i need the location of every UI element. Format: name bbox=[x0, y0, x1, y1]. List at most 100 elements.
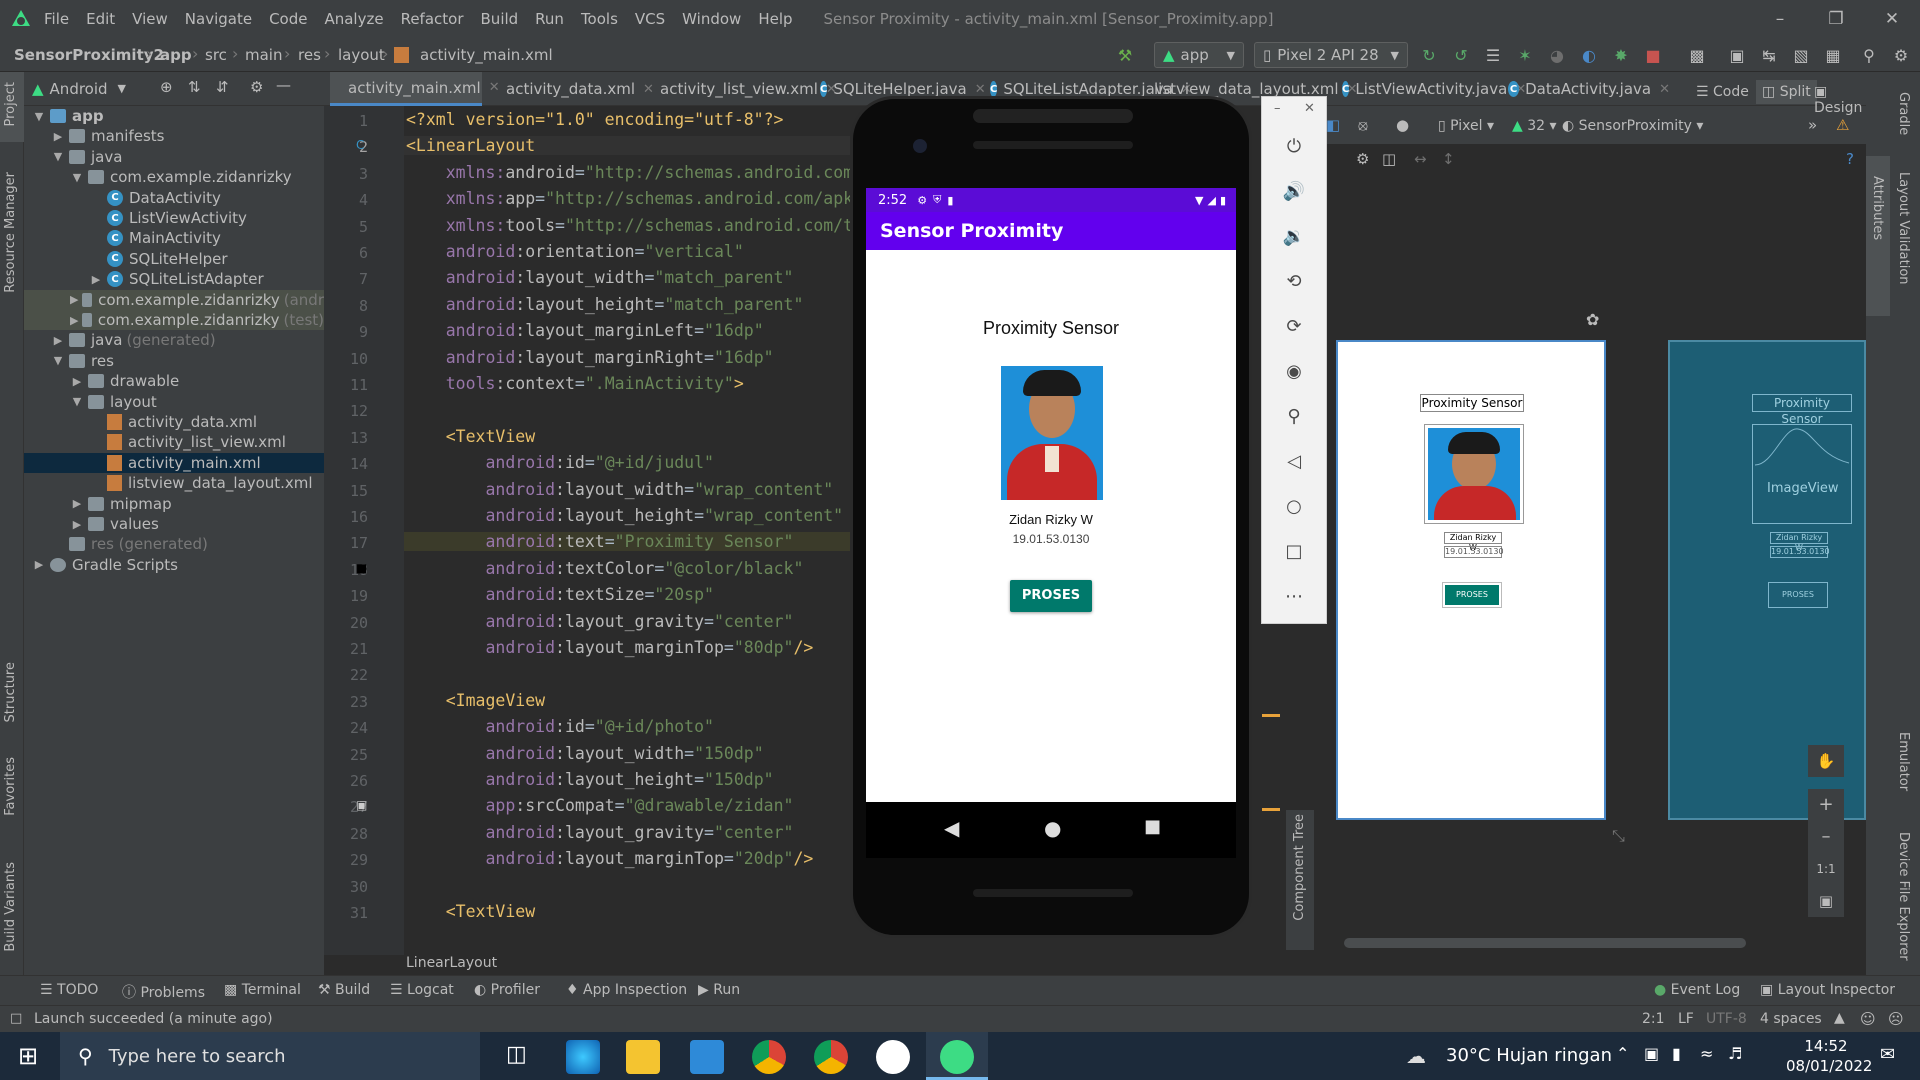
preview-name[interactable]: Zidan Rizky W bbox=[1444, 532, 1502, 552]
code-line[interactable]: android:layout_width="wrap_content" bbox=[404, 480, 850, 499]
breadcrumb-layout[interactable]: layout bbox=[338, 46, 385, 64]
indent-setting[interactable]: 4 spaces bbox=[1760, 1011, 1822, 1027]
blueprint-name[interactable]: Zidan Rizky W bbox=[1770, 532, 1828, 552]
tree-item[interactable]: ▶ com.example.zidanrizky (andr bbox=[24, 289, 324, 310]
gutter-marker-icon[interactable]: ■ bbox=[356, 561, 367, 575]
power-icon[interactable]: ⏻ bbox=[1279, 131, 1309, 161]
chrome-icon[interactable] bbox=[752, 1040, 786, 1074]
tree-item[interactable]: listview_data_layout.xml bbox=[24, 473, 324, 493]
mail-icon[interactable] bbox=[690, 1040, 724, 1074]
volume-up-icon[interactable]: 🔊 bbox=[1279, 176, 1309, 206]
tree-item[interactable]: ▶ drawable bbox=[24, 371, 324, 391]
sync-icon[interactable]: ▣ bbox=[1726, 44, 1748, 66]
device-manager-icon[interactable]: ▩ bbox=[1686, 44, 1708, 66]
tree-item[interactable]: ▶ C SQLiteListAdapter bbox=[24, 269, 324, 289]
menu-item-edit[interactable]: Edit bbox=[86, 10, 115, 28]
volume-down-icon[interactable]: 🔉 bbox=[1279, 221, 1309, 251]
preview-nim[interactable]: 19.01.53.0130 bbox=[1444, 546, 1504, 558]
chevron-down-icon[interactable]: ▼ bbox=[118, 82, 126, 95]
chevron-down-icon[interactable]: ▼ bbox=[32, 110, 46, 123]
event-log-tab[interactable]: ● Event Log bbox=[1654, 982, 1740, 998]
code-line[interactable]: android:id="@+id/photo" bbox=[404, 717, 850, 736]
editor-tab[interactable]: activity_list_view.xml ✕ bbox=[642, 72, 837, 106]
breadcrumb-src[interactable]: src bbox=[205, 46, 227, 64]
tree-item[interactable]: ▼ com.example.zidanrizky bbox=[24, 167, 324, 187]
tree-item[interactable]: res (generated) bbox=[24, 534, 324, 554]
editor-tab[interactable]: activity_data.xml ✕ bbox=[488, 72, 654, 106]
chevron-right-icon[interactable]: ▶ bbox=[70, 293, 78, 306]
chevron-down-icon[interactable]: ▼ bbox=[70, 171, 84, 184]
code-line[interactable]: android:layout_height="wrap_content" bbox=[404, 506, 850, 525]
code-line[interactable]: android:id="@+id/judul" bbox=[404, 453, 850, 472]
status-message[interactable]: Launch succeeded (a minute ago) bbox=[34, 1011, 273, 1027]
android-studio-taskbar-item[interactable] bbox=[926, 1032, 988, 1080]
menu-item-help[interactable]: Help bbox=[758, 10, 792, 28]
battery-icon[interactable]: ▮ bbox=[1672, 1044, 1681, 1063]
menu-item-run[interactable]: Run bbox=[535, 10, 564, 28]
chevron-up-icon[interactable]: ⌃ bbox=[1616, 1044, 1629, 1063]
app-inspection-tab[interactable]: ♦ App Inspection bbox=[566, 982, 687, 998]
code-line[interactable]: <LinearLayout bbox=[404, 136, 850, 156]
design-preview[interactable]: Proximity Sensor Zidan Rizky W 19.01.53.… bbox=[1336, 340, 1606, 820]
menu-item-navigate[interactable]: Navigate bbox=[185, 10, 252, 28]
build-variants-tab[interactable]: Build Variants bbox=[3, 862, 18, 952]
tree-item[interactable]: activity_main.xml bbox=[24, 452, 324, 473]
run-tab[interactable]: ▶ Run bbox=[698, 982, 740, 998]
blueprint-button[interactable]: PROSES bbox=[1768, 582, 1828, 608]
warning-icon[interactable]: ⚠ bbox=[1836, 116, 1849, 134]
menu-item-refactor[interactable]: Refactor bbox=[401, 10, 464, 28]
zoom-in-icon[interactable]: + bbox=[1808, 789, 1844, 821]
breadcrumb-project[interactable]: SensorProximity2 bbox=[14, 46, 164, 64]
split-mode-button[interactable]: ◫ Split bbox=[1756, 80, 1817, 104]
code-line[interactable]: android:text="Proximity Sensor" bbox=[404, 532, 850, 552]
fit-screen-icon[interactable]: ▣ bbox=[1808, 885, 1844, 917]
blueprint-image[interactable]: ImageView bbox=[1752, 424, 1852, 524]
logcat-tab[interactable]: ☰ Logcat bbox=[390, 982, 454, 998]
code-line[interactable]: xmlns:tools="http://schemas.android.com/… bbox=[404, 216, 850, 235]
code-line[interactable]: android:layout_marginTop="20dp"/> bbox=[404, 849, 850, 868]
sdk-manager-icon[interactable]: ↹ bbox=[1758, 44, 1780, 66]
tree-item[interactable]: activity_list_view.xml bbox=[24, 432, 324, 452]
resize-handle-icon[interactable]: ⤡ bbox=[1612, 826, 1625, 846]
menu-item-window[interactable]: Window bbox=[682, 10, 741, 28]
emulator-screen[interactable]: 2:52 ⚙ ⛨ ▮ ▼ ◢ ▮ Sensor Proximity Proxim… bbox=[866, 188, 1236, 802]
terminal-tab[interactable]: ▩ Terminal bbox=[224, 982, 301, 998]
menu-item-view[interactable]: View bbox=[132, 10, 168, 28]
wifi-icon[interactable]: ≈ bbox=[1700, 1044, 1713, 1063]
gradle-tab[interactable]: Gradle bbox=[1896, 92, 1911, 135]
code-line[interactable]: android:layout_height="match_parent" bbox=[404, 295, 850, 314]
status-toggle-icon[interactable]: □ bbox=[10, 1011, 22, 1026]
code-line[interactable]: android:orientation="vertical" bbox=[404, 242, 850, 261]
debug-icon[interactable]: ✶ bbox=[1514, 44, 1536, 66]
more-icon[interactable]: » bbox=[1808, 116, 1817, 134]
profiler-icon[interactable]: ◐ bbox=[1578, 44, 1600, 66]
favorites-tab[interactable]: Favorites bbox=[3, 757, 18, 816]
word-icon[interactable] bbox=[876, 1040, 910, 1074]
recents-icon[interactable]: ■ bbox=[1144, 816, 1161, 837]
code-line[interactable]: app:srcCompat="@drawable/zidan" bbox=[404, 796, 850, 815]
tree-item[interactable]: ▶ mipmap bbox=[24, 494, 324, 514]
taskbar-search[interactable]: ⚲ Type here to search bbox=[60, 1032, 480, 1080]
code-line[interactable]: xmlns:app="http://schemas.android.com/ap… bbox=[404, 189, 850, 208]
expand-all-icon[interactable]: ⇅ bbox=[188, 78, 201, 96]
tree-item[interactable]: ▼ res bbox=[24, 351, 324, 371]
home-icon[interactable]: ○ bbox=[1279, 491, 1309, 521]
maximize-button[interactable]: ❐ bbox=[1808, 0, 1864, 38]
lock-icon[interactable]: ▲ bbox=[1834, 1010, 1845, 1026]
tree-item[interactable]: ▼ layout bbox=[24, 392, 324, 412]
menu-item-build[interactable]: Build bbox=[481, 10, 519, 28]
tree-item[interactable]: ▶ java (generated) bbox=[24, 330, 324, 350]
gutter-marker-icon[interactable]: C bbox=[356, 138, 364, 152]
api-level-select[interactable]: ▲ 32 ▾ bbox=[1512, 118, 1557, 134]
volume-icon[interactable]: ♬ bbox=[1728, 1044, 1742, 1063]
chevron-right-icon[interactable]: ▶ bbox=[70, 518, 84, 531]
tree-item[interactable]: ▶ manifests bbox=[24, 126, 324, 146]
breadcrumb-res[interactable]: res bbox=[298, 46, 321, 64]
feedback-icon[interactable]: ☺ bbox=[1860, 1010, 1876, 1028]
gutter-marker-icon[interactable]: ▣ bbox=[356, 798, 367, 812]
meet-icon[interactable]: ▣ bbox=[1644, 1044, 1659, 1063]
code-line[interactable]: android:layout_marginRight="16dp" bbox=[404, 348, 850, 367]
night-mode-icon[interactable]: ● bbox=[1396, 116, 1409, 134]
weather-text[interactable]: 30°C Hujan ringan bbox=[1446, 1045, 1612, 1066]
palette-icon[interactable]: ◧ bbox=[1326, 116, 1340, 134]
